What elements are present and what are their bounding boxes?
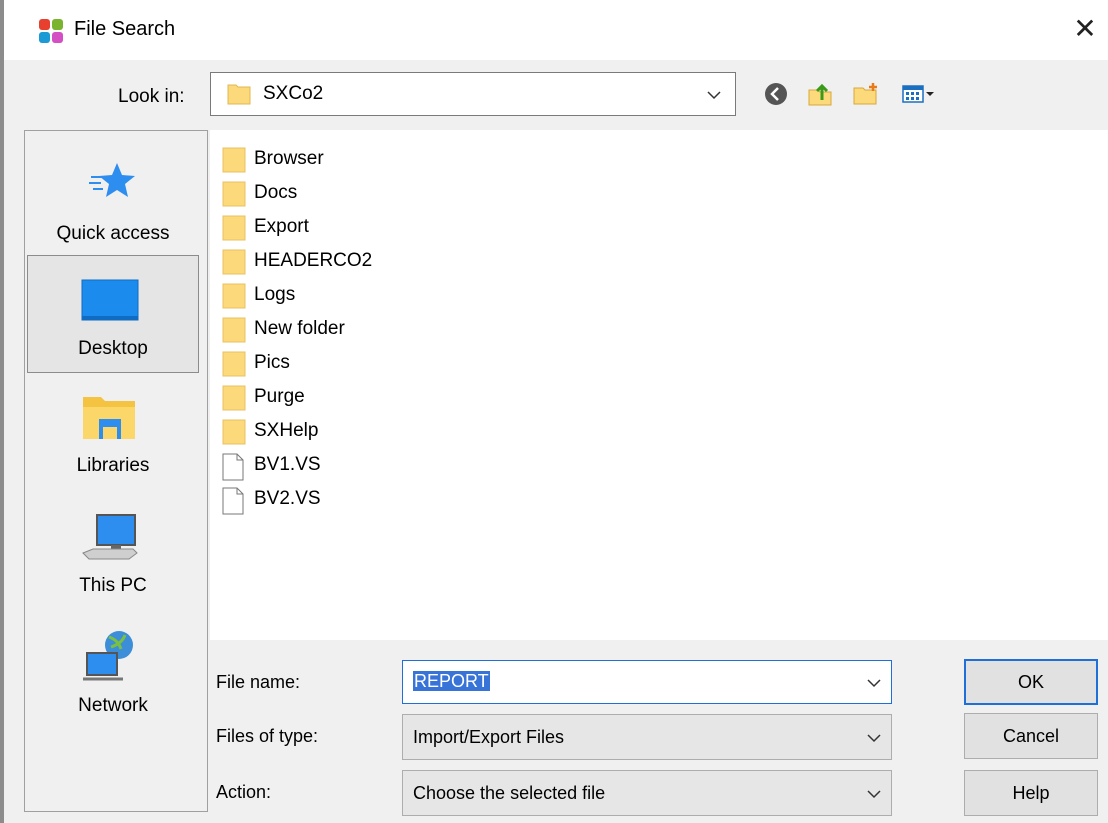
file-type-value: Import/Export Files <box>413 727 565 747</box>
look-in-label: Look in: <box>118 86 185 107</box>
network-icon <box>83 631 133 681</box>
chevron-down-icon <box>867 734 881 743</box>
file-name: New folder <box>254 318 345 339</box>
file-list[interactable]: Browser Docs Export HEADERCO2 Logs New f… <box>210 130 1108 640</box>
folder-icon <box>222 283 246 309</box>
file-name-value: REPORT <box>413 671 490 691</box>
quick-access-star-icon <box>89 163 135 197</box>
file-type-dropdown[interactable]: Import/Export Files <box>402 714 892 760</box>
look-in-dropdown[interactable]: SXCo2 <box>210 72 736 116</box>
action-label: Action: <box>216 782 272 802</box>
this-pc-icon <box>82 514 138 560</box>
window-left-edge <box>0 0 4 823</box>
place-label: This PC <box>79 575 147 596</box>
places-bar: Quick access Desktop Libraries This PC N… <box>24 130 208 812</box>
desktop-icon <box>81 279 139 321</box>
ok-button[interactable]: OK <box>964 659 1098 705</box>
app-icon <box>39 19 63 43</box>
file-name-label: File name: <box>216 672 301 692</box>
folder-icon <box>222 385 246 411</box>
file-name: Pics <box>254 352 290 373</box>
place-network[interactable]: Network <box>27 619 199 727</box>
file-name: Purge <box>254 386 305 407</box>
place-label: Libraries <box>76 455 150 476</box>
place-label: Desktop <box>78 338 148 359</box>
up-folder-icon[interactable] <box>806 80 834 108</box>
place-desktop[interactable]: Desktop <box>27 255 199 373</box>
folder-icon <box>222 147 246 173</box>
folder-icon <box>222 249 246 275</box>
file-name: Browser <box>254 148 324 169</box>
file-name: Docs <box>254 182 298 203</box>
chevron-down-icon <box>867 679 881 688</box>
file-type-label: Files of type: <box>216 726 319 746</box>
folder-icon <box>227 84 251 105</box>
folder-icon <box>222 419 246 445</box>
help-button[interactable]: Help <box>964 770 1098 816</box>
file-name: BV1.VS <box>254 454 321 475</box>
folder-icon <box>222 351 246 377</box>
file-name: SXHelp <box>254 420 319 441</box>
document-icon <box>222 487 244 515</box>
folder-icon <box>222 215 246 241</box>
chevron-down-icon <box>867 790 881 799</box>
place-this-pc[interactable]: This PC <box>27 501 199 609</box>
chevron-down-icon <box>707 91 721 100</box>
view-menu-icon[interactable] <box>900 80 936 108</box>
folder-icon <box>222 317 246 343</box>
back-arrow-icon[interactable] <box>762 80 790 108</box>
window-title: File Search <box>74 18 176 40</box>
document-icon <box>222 453 244 481</box>
file-name: HEADERCO2 <box>254 250 373 271</box>
folder-icon <box>222 181 246 207</box>
look-in-value: SXCo2 <box>263 83 324 104</box>
file-name: Logs <box>254 284 296 305</box>
place-label: Quick access <box>56 223 170 244</box>
place-label: Network <box>78 695 148 716</box>
file-name-input[interactable]: REPORT <box>402 660 892 704</box>
new-folder-icon[interactable] <box>852 80 880 108</box>
cancel-button[interactable]: Cancel <box>964 713 1098 759</box>
close-icon[interactable]: ✕ <box>1070 14 1100 44</box>
place-libraries[interactable]: Libraries <box>27 381 199 489</box>
action-value: Choose the selected file <box>413 783 606 803</box>
place-quick-access[interactable]: Quick access <box>27 141 199 249</box>
libraries-icon <box>83 397 135 439</box>
title-bar: File Search ✕ <box>4 0 1108 60</box>
file-name: Export <box>254 216 309 237</box>
action-dropdown[interactable]: Choose the selected file <box>402 770 892 816</box>
file-name: BV2.VS <box>254 488 321 509</box>
